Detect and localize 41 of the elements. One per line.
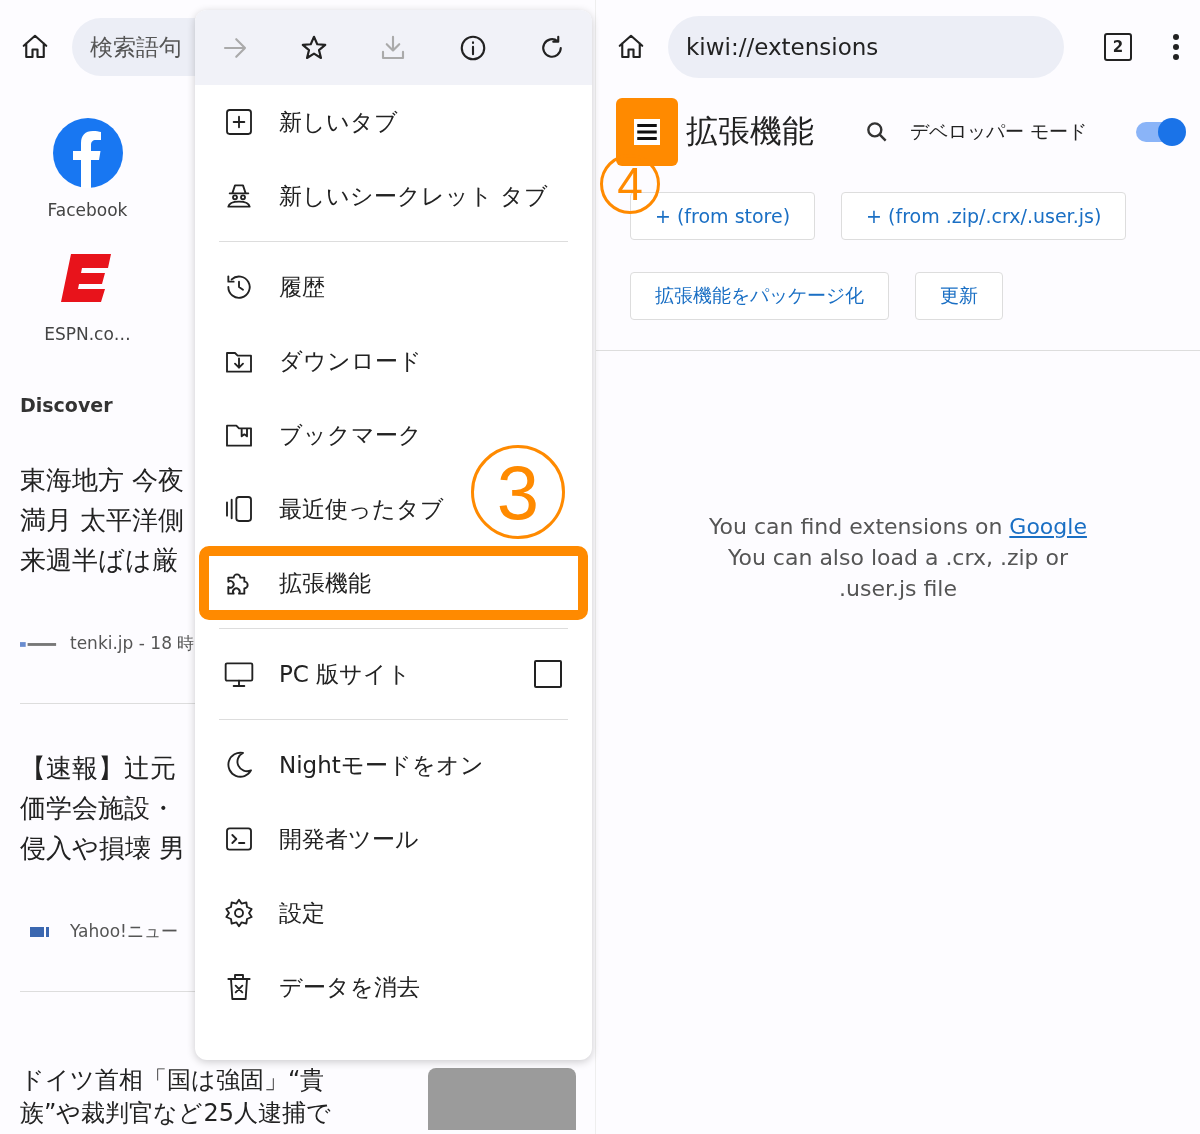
menu-item[interactable]: データを消去 (199, 950, 446, 1024)
article-source: Yahoo!ニュー (70, 920, 178, 943)
article-source: tenki.jp - 18 時 (70, 632, 195, 655)
shortcut-label[interactable]: Facebook (47, 200, 128, 220)
article-headline[interactable]: 【速報】辻元 価学会施設・ 侵入や損壊 男 (20, 748, 195, 868)
menu-item[interactable]: ブックマーク (199, 398, 448, 472)
settings-icon (223, 897, 255, 929)
step-number-annotation: 4 (600, 154, 660, 214)
menu-icon[interactable] (616, 98, 678, 166)
menu-item[interactable]: 履歴 (199, 250, 351, 324)
action-button[interactable]: 更新 (915, 272, 1003, 320)
menu-item[interactable]: Nightモードをオン (199, 728, 510, 802)
message-text: You can also load a .crx, .zip or .user.js file (726, 544, 1070, 603)
checkbox[interactable] (534, 660, 562, 688)
menu-item[interactable]: 新しいタブ (199, 85, 424, 159)
site-logo-icon (30, 926, 49, 937)
menu-item[interactable]: ダウンロード (199, 324, 448, 398)
search-field[interactable]: 検索語句 (72, 18, 195, 76)
tab-count-button[interactable]: 2 (1104, 33, 1132, 61)
action-button[interactable]: 拡張機能をパッケージ化 (630, 272, 889, 320)
menu-item[interactable]: 開発者ツール (199, 802, 445, 876)
page-title: 拡張機能 (686, 111, 814, 152)
menu-item[interactable]: 設定 (199, 876, 351, 950)
plus-square-icon (223, 106, 255, 138)
tabs-icon (223, 493, 255, 525)
message-text: You can find extensions on Google (709, 513, 1087, 541)
more-menu-icon[interactable] (1172, 33, 1180, 61)
address-bar[interactable]: kiwi://extensions (668, 16, 1064, 78)
section-heading: Discover (20, 394, 114, 416)
facebook-logo-icon[interactable] (52, 118, 123, 188)
action-button[interactable]: + (from .zip/.crx/.user.js) (841, 192, 1127, 240)
menu-item[interactable]: 拡張機能 (199, 546, 588, 620)
menu-item[interactable]: PC 版サイト (199, 637, 588, 711)
developer-mode-label: デベロッパー モード (910, 119, 1088, 144)
menu-item[interactable]: 新しいシークレット タブ (199, 159, 575, 233)
article-headline[interactable]: ドイツ首相「国は強固」“貴 族”や裁判官など25人逮捕で (20, 1064, 331, 1130)
menu-item[interactable]: 最近使ったタブ (199, 472, 470, 546)
shortcut-label[interactable]: ESPN.co… (44, 324, 131, 344)
article-headline[interactable]: 東海地方 今夜 満月 太平洋側 来週半ばは厳 (20, 460, 195, 580)
step-number-annotation: 3 (471, 445, 565, 539)
google-link[interactable]: Google (1009, 514, 1087, 539)
